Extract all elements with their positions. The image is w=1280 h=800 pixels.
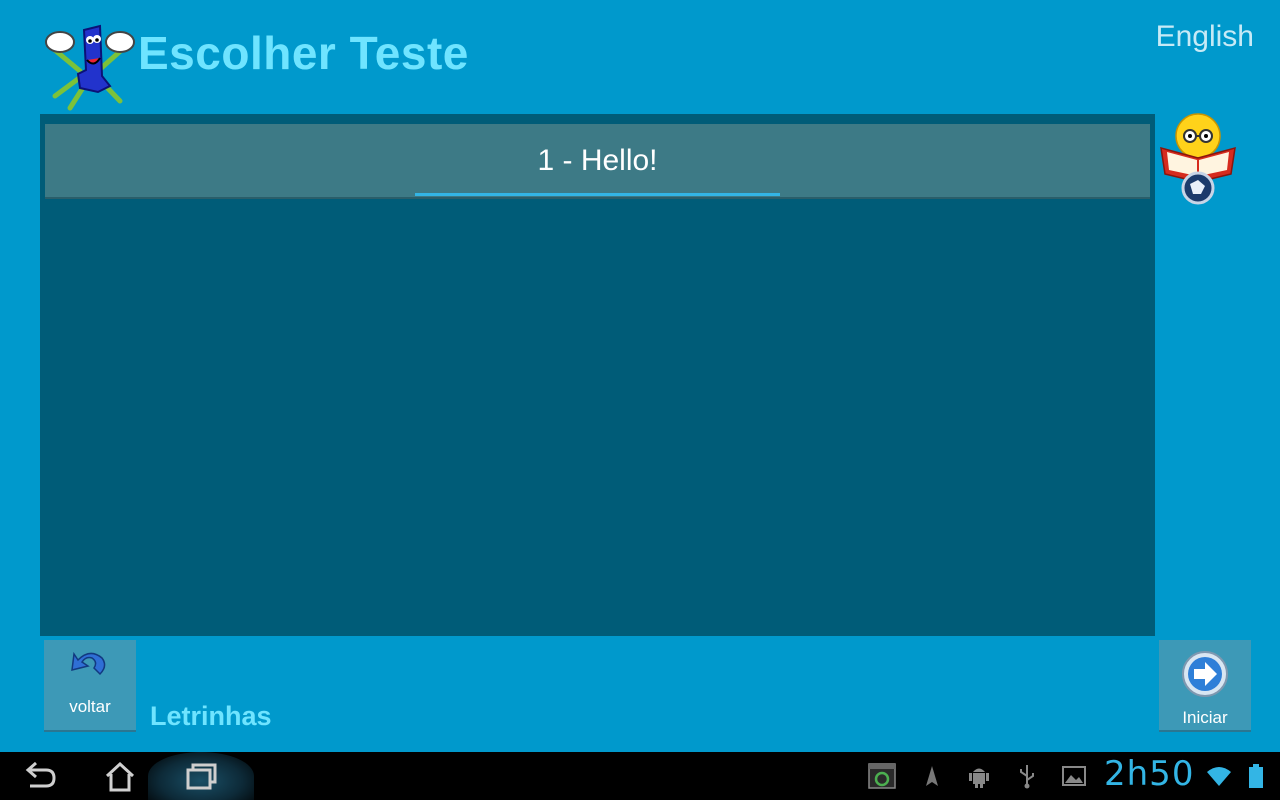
selection-indicator	[415, 193, 780, 196]
battery-icon	[1246, 762, 1274, 790]
reader-mascot-icon	[1157, 112, 1239, 206]
home-icon[interactable]	[95, 758, 145, 794]
list-item-label: 1 - Hello!	[537, 144, 658, 177]
start-button-label: Iniciar	[1182, 708, 1228, 727]
app-logo	[40, 16, 136, 112]
forward-arrow-icon	[1182, 651, 1228, 697]
back-button[interactable]: voltar	[44, 640, 136, 732]
list-item-test-1[interactable]: 1 - Hello!	[45, 124, 1150, 199]
screenshot-icon	[868, 762, 896, 790]
wifi-icon	[1205, 762, 1233, 790]
start-button[interactable]: Iniciar	[1159, 640, 1251, 732]
app-name-label: Letrinhas	[150, 701, 272, 731]
gallery-icon	[1060, 762, 1088, 790]
back-icon[interactable]	[16, 758, 66, 794]
usb-icon	[1013, 762, 1041, 790]
navigation-icon	[918, 762, 946, 790]
page-title: Escolher Teste	[138, 27, 469, 79]
android-debug-icon	[965, 762, 993, 790]
test-list: 1 - Hello!	[40, 114, 1155, 636]
language-switch-link[interactable]: English	[1156, 20, 1254, 54]
back-button-label: voltar	[69, 697, 111, 716]
system-navigation-bar: 2h50	[0, 752, 1280, 800]
undo-arrow-icon	[71, 651, 106, 676]
recents-icon[interactable]	[176, 758, 226, 794]
system-clock: 2h50	[1104, 754, 1195, 794]
